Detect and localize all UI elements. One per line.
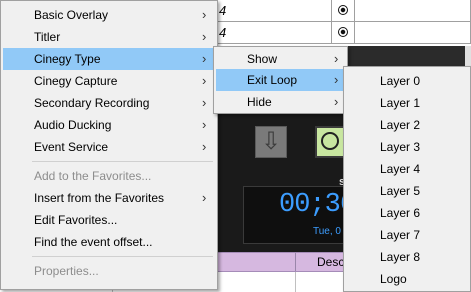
menu-item-label: Layer 0: [380, 74, 421, 88]
menu-item-label: Basic Overlay: [34, 8, 109, 22]
menu-item-audio-ducking[interactable]: Audio Ducking ›: [3, 114, 215, 136]
menu-item-layer-1[interactable]: Layer 1: [346, 92, 470, 114]
menu-item-insert-from-favorites[interactable]: Insert from the Favorites ›: [3, 187, 215, 209]
menu-item-titler[interactable]: Titler ›: [3, 26, 215, 48]
menu-item-layer-4[interactable]: Layer 4: [346, 158, 470, 180]
context-menu: Basic Overlay › Titler › Cinegy Type › C…: [0, 0, 218, 290]
menu-item-label: Add to the Favorites...: [34, 169, 152, 183]
menu-item-logo[interactable]: Logo: [346, 268, 470, 290]
menu-item-label: Properties...: [34, 264, 99, 278]
menu-item-label: Hide: [247, 95, 272, 109]
scrollbar-edge: [465, 46, 471, 66]
menu-item-show[interactable]: Show ›: [216, 48, 345, 70]
chevron-right-icon: ›: [202, 117, 207, 132]
menu-item-label: Insert from the Favorites: [34, 191, 165, 205]
player-panel: s 00;36 Tue, 0: [215, 112, 356, 252]
menu-item-event-service[interactable]: Event Service ›: [3, 136, 215, 158]
grid-cell-icon[interactable]: [332, 0, 355, 22]
menu-item-label: Layer 1: [380, 96, 421, 110]
menu-item-label: Show: [247, 52, 278, 66]
menu-item-layer-6[interactable]: Layer 6: [346, 202, 470, 224]
chevron-right-icon: ›: [334, 94, 339, 109]
column-divider: [295, 272, 296, 292]
chevron-right-icon: ›: [202, 73, 207, 88]
menu-item-basic-overlay[interactable]: Basic Overlay ›: [3, 4, 215, 26]
arrow-down-icon[interactable]: [255, 126, 287, 158]
chevron-right-icon: ›: [202, 190, 207, 205]
menu-item-label: Layer 7: [380, 228, 421, 242]
menu-item-find-event-offset[interactable]: Find the event offset...: [3, 231, 215, 253]
menu-item-secondary-recording[interactable]: Secondary Recording ›: [3, 92, 215, 114]
menu-item-label: Logo: [380, 272, 407, 286]
menu-item-label: Cinegy Capture: [34, 74, 118, 88]
menu-item-label: Exit Loop: [247, 73, 298, 87]
menu-item-layer-5[interactable]: Layer 5: [346, 180, 470, 202]
menu-item-label: Find the event offset...: [34, 235, 153, 249]
menu-item-label: Edit Favorites...: [34, 213, 118, 227]
menu-item-hide[interactable]: Hide ›: [216, 91, 345, 113]
menu-item-label: Layer 2: [380, 118, 421, 132]
menu-item-label: Layer 3: [380, 140, 421, 154]
menu-item-label: Audio Ducking: [34, 118, 112, 132]
chevron-right-icon: ›: [334, 72, 339, 87]
chevron-right-icon: ›: [202, 29, 207, 44]
event-grid: 4 4: [215, 0, 471, 59]
menu-separator: [32, 161, 213, 162]
grid-cell-icon[interactable]: [332, 22, 355, 44]
column-header-description[interactable]: Desc: [317, 255, 344, 269]
menu-item-cinegy-type[interactable]: Cinegy Type ›: [3, 48, 215, 70]
chevron-right-icon: ›: [202, 51, 207, 66]
menu-item-properties[interactable]: Properties...: [3, 260, 215, 282]
menu-item-edit-favorites[interactable]: Edit Favorites...: [3, 209, 215, 231]
menu-item-label: Titler: [34, 30, 61, 44]
date-text: Tue, 0: [313, 226, 341, 237]
menu-item-layer-0[interactable]: Layer 0: [346, 70, 470, 92]
menu-item-label: Secondary Recording: [34, 96, 150, 110]
menu-item-layer-7[interactable]: Layer 7: [346, 224, 470, 246]
grid-cell[interactable]: [355, 22, 471, 44]
chevron-right-icon: ›: [202, 95, 207, 110]
menu-item-label: Layer 8: [380, 250, 421, 264]
grid-cell-value[interactable]: 4: [215, 22, 332, 44]
menu-item-add-to-favorites[interactable]: Add to the Favorites...: [3, 165, 215, 187]
chevron-right-icon: ›: [202, 7, 207, 22]
menu-item-label: Cinegy Type: [34, 52, 101, 66]
chevron-right-icon: ›: [202, 139, 207, 154]
menu-item-cinegy-capture[interactable]: Cinegy Capture ›: [3, 70, 215, 92]
status-circle-icon: [338, 27, 348, 37]
menu-item-layer-8[interactable]: Layer 8: [346, 246, 470, 268]
status-circle-icon: [338, 5, 348, 15]
chevron-right-icon: ›: [334, 51, 339, 66]
column-divider: [295, 253, 296, 271]
menu-item-layer-3[interactable]: Layer 3: [346, 136, 470, 158]
menu-item-label: Event Service: [34, 140, 109, 154]
cinegy-type-submenu: Show › Exit Loop › Hide ›: [213, 46, 348, 114]
grid-cell[interactable]: [355, 0, 471, 22]
menu-item-label: Layer 4: [380, 162, 421, 176]
menu-item-label: Layer 6: [380, 206, 421, 220]
menu-item-label: Layer 5: [380, 184, 421, 198]
exit-loop-submenu: Layer 0 Layer 1 Layer 2 Layer 3 Layer 4 …: [343, 66, 471, 292]
grid-cell-value[interactable]: 4: [215, 0, 332, 22]
menu-item-layer-2[interactable]: Layer 2: [346, 114, 470, 136]
menu-separator: [32, 256, 213, 257]
menu-item-exit-loop[interactable]: Exit Loop ›: [216, 69, 345, 91]
